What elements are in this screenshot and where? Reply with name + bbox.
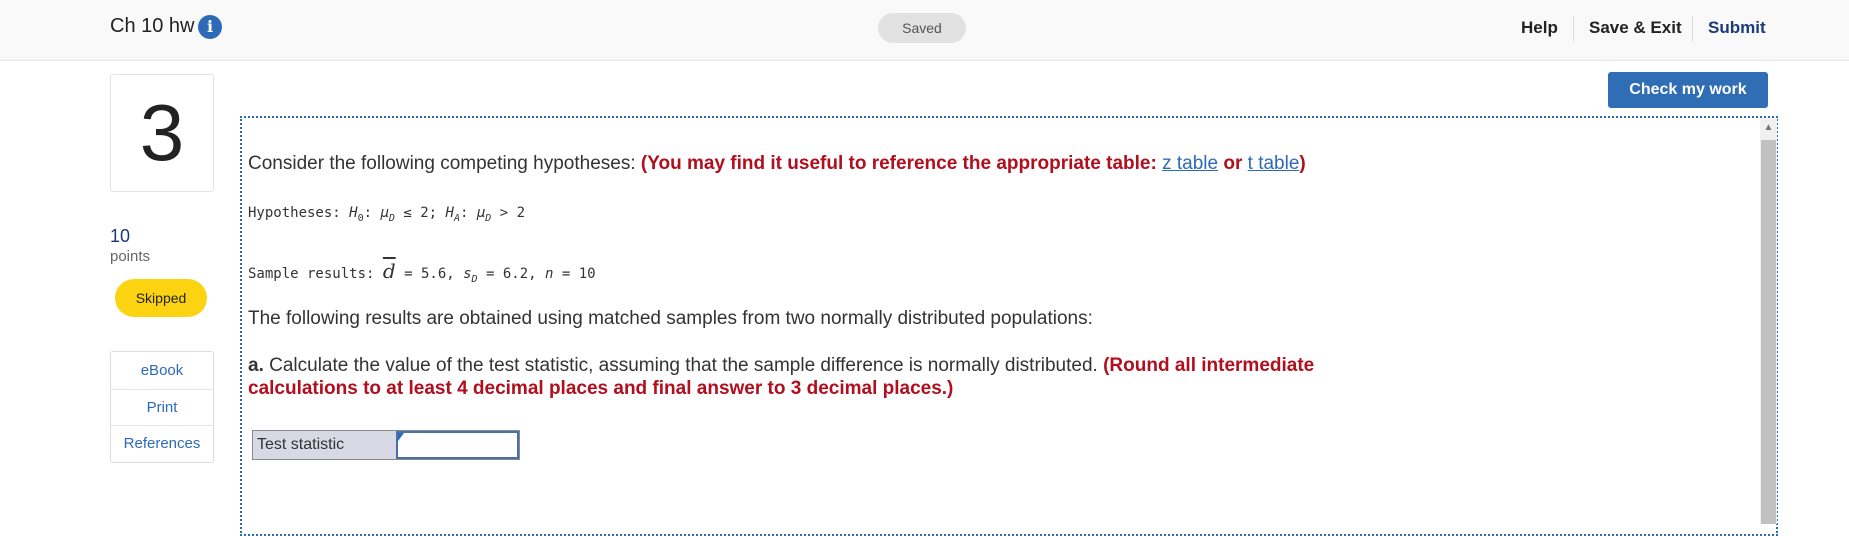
sample-results-line: Sample results: d = 5.6, sD = 6.2, n = 1…	[248, 259, 596, 285]
resource-links-panel: eBook Print References	[110, 351, 214, 463]
reference-note: (You may find it useful to reference the…	[640, 153, 1306, 174]
hypotheses-line: Hypotheses: H0: μD ≤ 2; HA: μD > 2	[248, 205, 526, 224]
question-number: 3	[110, 74, 214, 192]
print-link[interactable]: Print	[111, 399, 213, 416]
submit-link[interactable]: Submit	[1708, 18, 1766, 38]
info-icon[interactable]: i	[198, 15, 222, 39]
save-exit-link[interactable]: Save & Exit	[1589, 18, 1682, 38]
ebook-link[interactable]: eBook	[111, 362, 213, 379]
input-flag-icon	[398, 433, 404, 441]
references-link[interactable]: References	[111, 435, 213, 452]
nav-divider	[1573, 16, 1574, 42]
part-a-label: a.	[248, 355, 264, 376]
nav-divider	[1692, 16, 1693, 42]
divider	[111, 389, 213, 390]
points-value: 10	[110, 226, 131, 246]
question-intro: Consider the following competing hypothe…	[248, 153, 1306, 175]
help-link[interactable]: Help	[1521, 18, 1558, 38]
check-my-work-button[interactable]: Check my work	[1608, 72, 1768, 108]
t-table-link[interactable]: t table	[1248, 153, 1300, 174]
test-statistic-label: Test statistic	[253, 431, 396, 459]
z-table-link[interactable]: z table	[1162, 153, 1218, 174]
test-statistic-input[interactable]	[396, 431, 519, 459]
points-label: points	[110, 248, 151, 265]
scroll-up-arrow-icon[interactable]: ▲	[1760, 119, 1777, 137]
skipped-badge: Skipped	[115, 279, 207, 317]
scrollbar-thumb[interactable]	[1761, 140, 1776, 524]
divider	[111, 425, 213, 426]
intro-text: Consider the following competing hypothe…	[248, 153, 641, 174]
results-description: The following results are obtained using…	[248, 308, 1093, 329]
saved-status-badge: Saved	[878, 13, 966, 43]
part-a-prompt: a. Calculate the value of the test stati…	[248, 355, 1315, 399]
assignment-title: Ch 10 hw	[110, 15, 195, 37]
